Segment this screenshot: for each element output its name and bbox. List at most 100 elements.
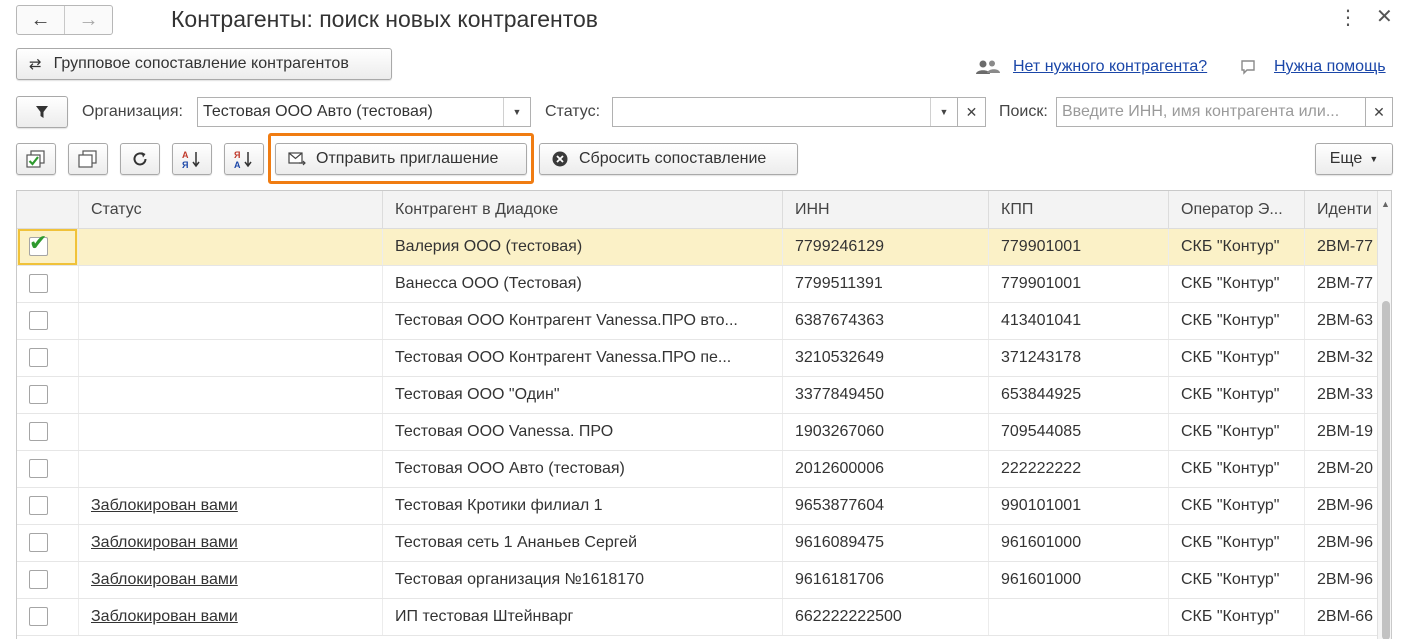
more-vertical-icon[interactable]: ⋮ [1338, 8, 1358, 28]
chevron-down-icon[interactable]: ▼ [503, 98, 530, 126]
row-checkbox[interactable] [29, 496, 48, 515]
cell-id: 2BM-19 [1304, 414, 1377, 450]
cell-checkbox [17, 562, 78, 598]
chevron-down-icon[interactable]: ▼ [930, 98, 957, 126]
cell-contractor: Тестовая ООО Контрагент Vanessa.ПРО пе..… [382, 340, 782, 376]
refresh-button[interactable] [120, 143, 160, 175]
cell-focus-frame [18, 229, 77, 265]
cell-status [78, 414, 382, 450]
table-row[interactable]: Заблокирован вами Тестовая сеть 1 Ананьев… [17, 525, 1377, 562]
cell-id: 2BM-63 [1304, 303, 1377, 339]
cell-operator: СКБ "Контур" [1168, 229, 1304, 265]
table-row[interactable]: Тестовая ООО Контрагент Vanessa.ПРО вто.… [17, 303, 1377, 340]
help-link[interactable]: Нужна помощь [1274, 58, 1386, 76]
filter-button[interactable] [16, 96, 68, 128]
cell-contractor: Тестовая ООО Контрагент Vanessa.ПРО вто.… [382, 303, 782, 339]
cell-contractor: Тестовая Кротики филиал 1 [382, 488, 782, 524]
status-link[interactable]: Заблокирован вами [78, 525, 382, 561]
cell-kpp [988, 599, 1168, 635]
row-checkbox[interactable] [29, 422, 48, 441]
scroll-up-icon[interactable]: ▲ [1381, 199, 1390, 209]
col-id-header[interactable]: Иденти [1304, 191, 1377, 229]
reset-mapping-button[interactable]: Сбросить сопоставление [539, 143, 798, 175]
cell-kpp: 222222222 [988, 451, 1168, 487]
cell-id: 2BM-33 [1304, 377, 1377, 413]
cell-inn: 2012600006 [782, 451, 988, 487]
org-select[interactable]: Тестовая ООО Авто (тестовая) ▼ [197, 97, 531, 127]
cell-checkbox [17, 488, 78, 524]
col-kpp-header[interactable]: КПП [988, 191, 1168, 229]
vertical-scrollbar[interactable]: ▲ [1377, 191, 1391, 639]
cell-checkbox [17, 340, 78, 376]
row-checkbox[interactable] [29, 533, 48, 552]
svg-text:Я: Я [182, 160, 188, 169]
status-link[interactable]: Заблокирован вами [78, 562, 382, 598]
cell-status [78, 377, 382, 413]
table-row[interactable]: Тестовая ООО Vanessa. ПРО 1903267060 70954… [17, 414, 1377, 451]
svg-text:А: А [234, 160, 241, 169]
cell-kpp: 779901001 [988, 266, 1168, 302]
table-row[interactable]: Тестовая ООО "Один" 3377849450 653844925 СК… [17, 377, 1377, 414]
cell-status [78, 266, 382, 302]
cell-kpp: 413401041 [988, 303, 1168, 339]
cell-contractor: Тестовая ООО Vanessa. ПРО [382, 414, 782, 450]
col-status-header[interactable]: Статус [78, 191, 382, 229]
uncheck-all-button[interactable] [68, 143, 108, 175]
group-mapping-button[interactable]: ⇄ Групповое сопоставление контрагентов [16, 48, 392, 80]
table-row[interactable]: Заблокирован вами ИП тестовая Штейнварг 66… [17, 599, 1377, 636]
users-icon [976, 60, 1000, 74]
cell-inn: 662222222500 [782, 599, 988, 635]
cell-checkbox [17, 599, 78, 635]
row-checkbox[interactable] [29, 385, 48, 404]
table-row[interactable]: Заблокирован вами Тестовая Кротики филиал… [17, 488, 1377, 525]
sort-descending-button[interactable]: Я А [224, 143, 264, 175]
send-invitation-label: Отправить приглашение [316, 150, 499, 167]
forward-arrow-icon[interactable]: → [64, 6, 112, 34]
cell-kpp: 371243178 [988, 340, 1168, 376]
search-clear-icon[interactable]: ✕ [1365, 97, 1393, 127]
table-row[interactable]: Заблокирован вами Тестовая организация №1… [17, 562, 1377, 599]
cell-checkbox [17, 451, 78, 487]
cell-checkbox [17, 377, 78, 413]
cell-contractor: Тестовая ООО Авто (тестовая) [382, 451, 782, 487]
table-row[interactable]: Ванесса ООО (Тестовая) 7799511391 77990100… [17, 266, 1377, 303]
cell-id: 2BM-66 [1304, 599, 1377, 635]
group-mapping-label: Групповое сопоставление контрагентов [53, 55, 349, 72]
status-label: Статус: [545, 103, 601, 120]
status-clear-icon[interactable]: ✕ [957, 97, 986, 127]
org-value: Тестовая ООО Авто (тестовая) [203, 103, 433, 120]
close-icon[interactable]: ✕ [1376, 7, 1393, 27]
table-row[interactable]: Тестовая ООО Авто (тестовая) 2012600006 22… [17, 451, 1377, 488]
table-row[interactable]: Тестовая ООО Контрагент Vanessa.ПРО пе..… [17, 340, 1377, 377]
status-select[interactable]: ▼ [612, 97, 958, 127]
svg-text:Я: Я [234, 150, 240, 160]
check-all-button[interactable] [16, 143, 56, 175]
search-input[interactable]: Введите ИНН, имя контрагента или... [1056, 97, 1366, 127]
sort-ascending-button[interactable]: А Я [172, 143, 212, 175]
row-checkbox[interactable] [29, 459, 48, 478]
no-contractor-link[interactable]: Нет нужного контрагента? [1013, 58, 1207, 76]
cell-inn: 9616089475 [782, 525, 988, 561]
more-button[interactable]: Еще ▼ [1315, 143, 1393, 175]
back-arrow-icon[interactable]: ← [17, 6, 64, 34]
sort-ascending-icon: А Я [182, 150, 200, 169]
row-checkbox[interactable] [29, 274, 48, 293]
cell-inn: 7799511391 [782, 266, 988, 302]
row-checkbox[interactable] [29, 348, 48, 367]
cell-id: 2BM-77 [1304, 266, 1377, 302]
row-checkbox[interactable] [29, 311, 48, 330]
table-row[interactable]: ✔ Валерия ООО (тестовая) 7799246129 7799010… [17, 229, 1377, 266]
send-invitation-button[interactable]: Отправить приглашение [275, 143, 527, 175]
row-checkbox[interactable] [29, 570, 48, 589]
col-contractor-header[interactable]: Контрагент в Диадоке [382, 191, 782, 229]
col-operator-header[interactable]: Оператор Э... [1168, 191, 1304, 229]
scrollbar-thumb[interactable] [1382, 301, 1390, 639]
cell-operator: СКБ "Контур" [1168, 303, 1304, 339]
cell-status [78, 303, 382, 339]
col-inn-header[interactable]: ИНН [782, 191, 988, 229]
col-checkbox-header [17, 191, 78, 229]
uncheck-all-icon [78, 150, 97, 168]
row-checkbox[interactable] [29, 607, 48, 626]
status-link[interactable]: Заблокирован вами [78, 599, 382, 635]
status-link[interactable]: Заблокирован вами [78, 488, 382, 524]
